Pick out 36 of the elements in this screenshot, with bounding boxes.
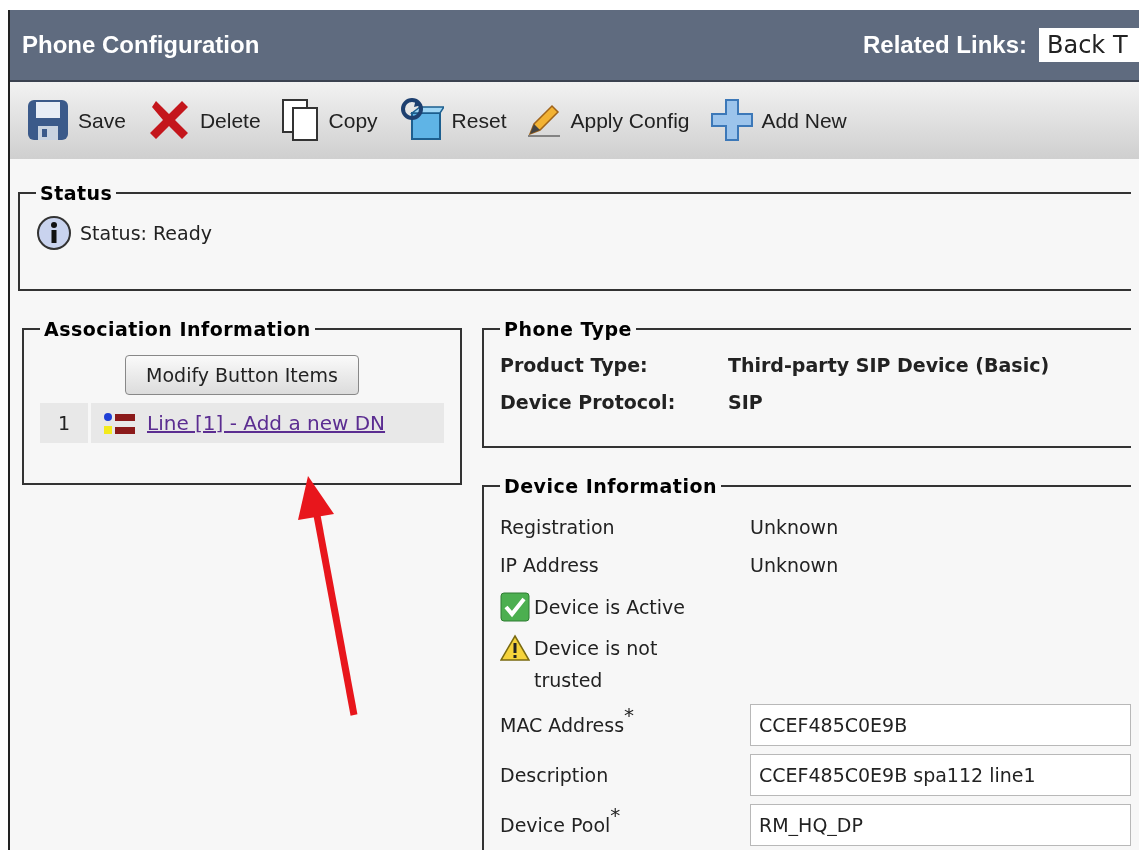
- toolbar-button[interactable]: Copy: [280, 98, 378, 143]
- text-input[interactable]: RM_HQ_DP: [750, 804, 1131, 846]
- toolbar-button[interactable]: Add New: [709, 98, 847, 143]
- status-text: Device is not trusted: [534, 636, 659, 693]
- related-links-select[interactable]: Back T: [1039, 28, 1139, 63]
- plus-icon: [709, 98, 754, 143]
- related-links-label: Related Links:: [862, 30, 1027, 61]
- line-index: 1: [40, 403, 88, 443]
- status-text: Status: Ready: [80, 220, 212, 246]
- field-label: Registration: [500, 514, 616, 540]
- status-text: Device is Active: [534, 594, 685, 620]
- documents-icon: [280, 98, 321, 143]
- field-value: Unknown: [750, 514, 839, 540]
- text-input[interactable]: CCEF485C0E9B: [750, 704, 1131, 746]
- pencil-icon: [526, 102, 563, 139]
- toolbar-button[interactable]: Delete: [145, 97, 261, 144]
- field-label: Device Protocol:: [500, 389, 677, 415]
- toolbar-button[interactable]: Reset: [397, 97, 507, 144]
- group-heading: Association Information: [43, 316, 312, 342]
- field-value: SIP: [728, 389, 763, 415]
- field-value: Third-party SIP Device (Basic): [728, 353, 1050, 378]
- info-icon: [36, 215, 72, 251]
- checkmark-icon: [500, 592, 530, 622]
- toolbar-button[interactable]: Apply Config: [526, 102, 690, 139]
- page-title: Phone Configuration: [22, 30, 260, 61]
- group-heading: Device Information: [503, 473, 718, 499]
- modify-button[interactable]: Modify Button Items: [125, 355, 359, 395]
- field-label: Description: [500, 762, 610, 788]
- toolbar-button[interactable]: Save: [26, 98, 126, 143]
- group-heading: Status: [39, 180, 114, 206]
- group-heading: Phone Type: [503, 316, 633, 342]
- field-value: Unknown: [750, 552, 839, 578]
- field-label: IP Address: [500, 552, 600, 578]
- field-label: Product Type:: [500, 353, 649, 378]
- text-input[interactable]: CCEF485C0E9B spa112 line1: [750, 754, 1131, 796]
- warning-icon: [500, 634, 530, 662]
